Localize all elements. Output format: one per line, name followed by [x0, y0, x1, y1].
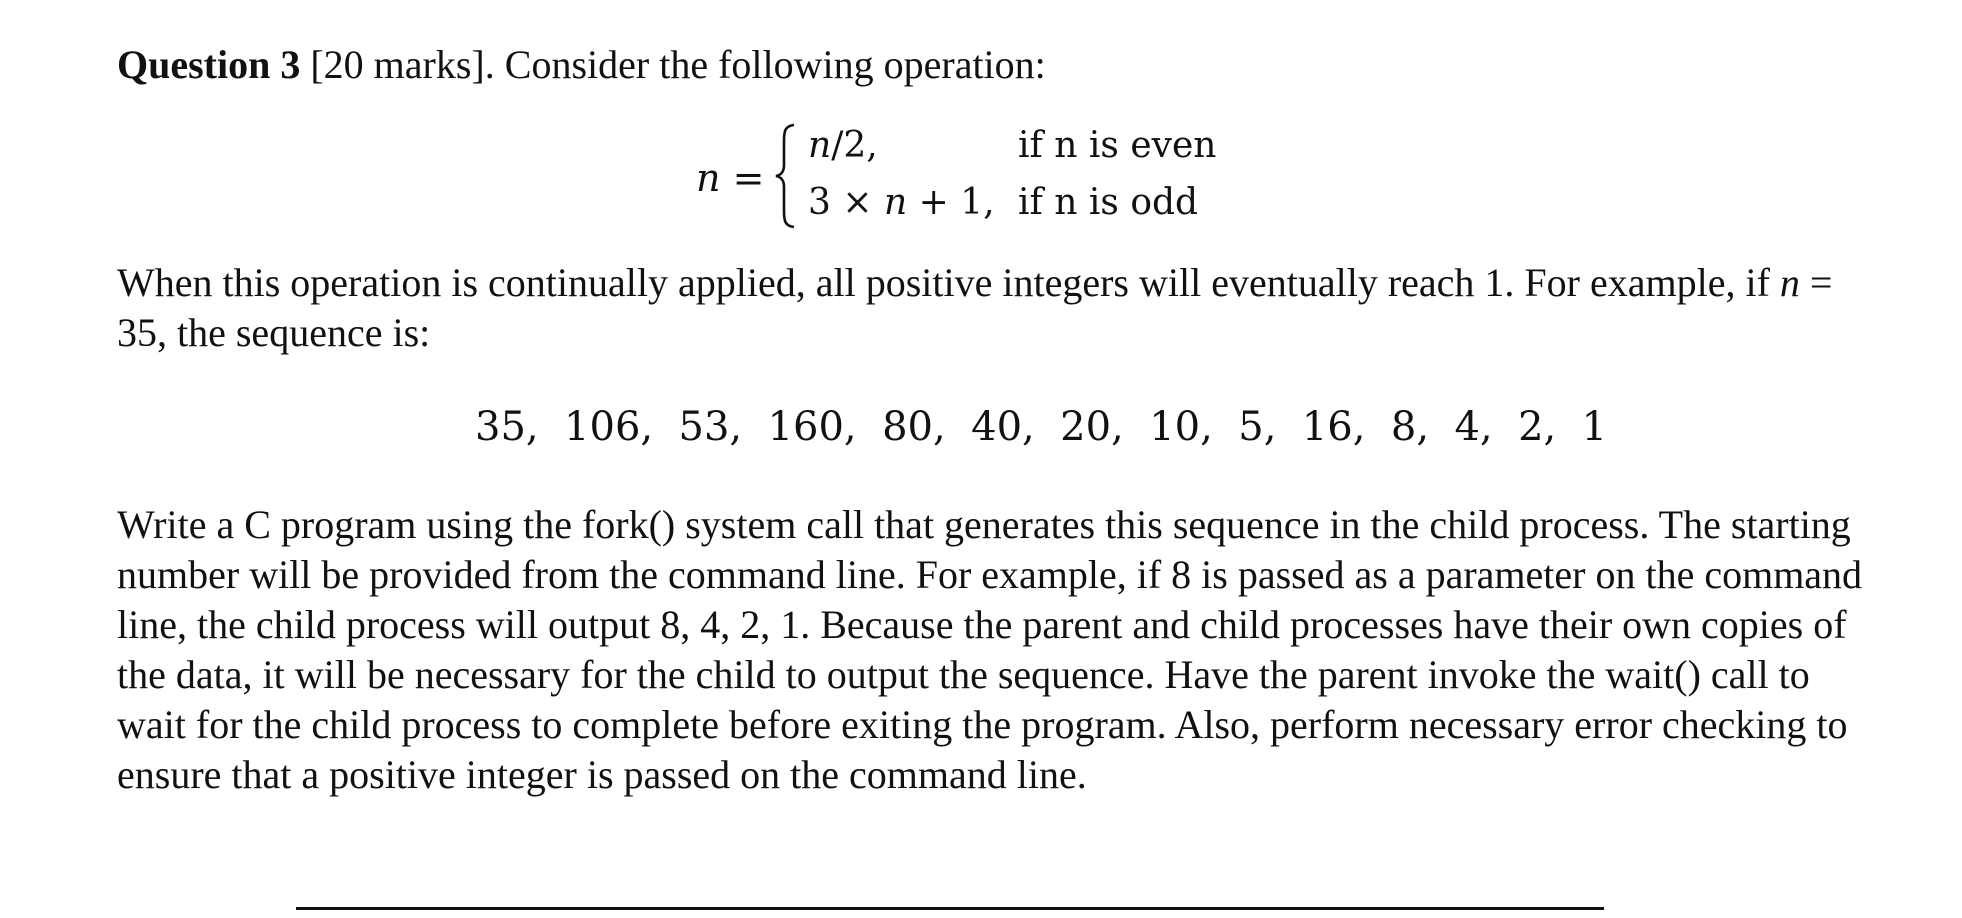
case-odd-post: + 1,	[907, 182, 995, 223]
case-even-expression: n/2,	[808, 123, 878, 169]
question-page: Question 3 [20 marks]. Consider the foll…	[0, 0, 1962, 918]
equation-equals: =	[720, 156, 765, 200]
collatz-sequence: 35, 106, 53, 160, 80, 40, 20, 10, 5, 16,…	[475, 404, 1608, 450]
question-label: Question 3	[117, 42, 301, 87]
left-brace-icon	[775, 123, 795, 229]
case-odd-var: n	[883, 182, 908, 223]
example-text-1: When this operation is continually appli…	[117, 260, 1780, 305]
case-odd-condition: if n is odd	[1018, 182, 1199, 223]
example-var: n	[1779, 260, 1800, 305]
case-even-var: n	[808, 125, 832, 166]
divider-line	[296, 907, 1604, 910]
case-even-rest: /2,	[831, 125, 878, 166]
piecewise-equation: n = n/2, if n is even 3 × n + 1, if n is…	[696, 123, 1236, 233]
question-marks: [20 marks]	[310, 42, 485, 87]
equation-lhs: n =	[696, 153, 764, 203]
case-odd-expression: 3 × n + 1,	[808, 180, 995, 226]
task-description: Write a C program using the fork() syste…	[117, 502, 1863, 797]
question-heading: Question 3 [20 marks]. Consider the foll…	[117, 40, 1817, 90]
case-even-condition: if n is even	[1018, 125, 1217, 166]
equation-lhs-var: n	[696, 156, 721, 200]
case-odd-pre: 3 ×	[808, 182, 884, 223]
example-paragraph: When this operation is continually appli…	[117, 258, 1847, 358]
question-intro: . Consider the following operation:	[484, 42, 1046, 87]
